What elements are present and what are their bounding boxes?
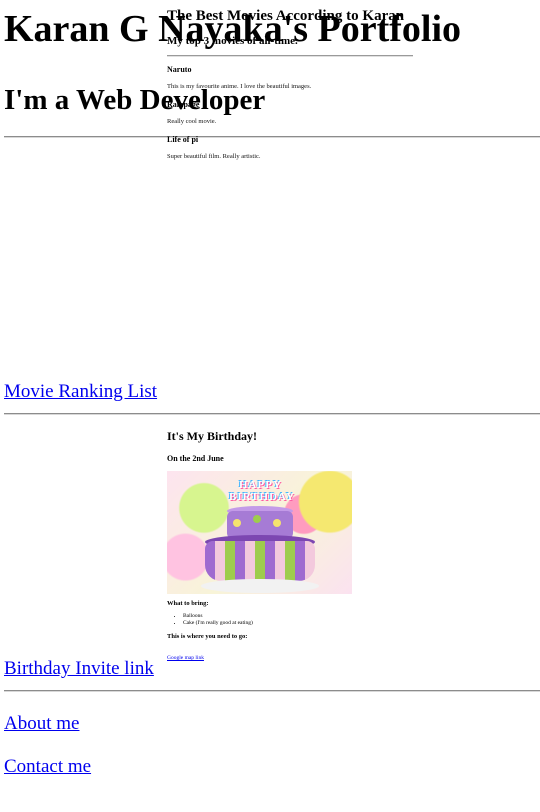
birthday-date: On the 2nd June [167,454,224,463]
movie-3-desc: Super beautiful film. Really artistic. [167,153,261,160]
bring-heading: What to bring: [167,600,209,607]
movie-divider [167,55,413,57]
movie-ranking-link[interactable]: Movie Ranking List [4,381,157,403]
movie-ranking-embed [4,142,304,380]
movie-list-subheading: My top 3 movies of all-time. [167,35,298,47]
movie-3-title: Life of pi [167,135,199,144]
movie-2-desc: Really cool movie. [167,118,217,125]
movie-list-title: The Best Movies According to Karan [167,8,405,24]
cake-text-line-1: HAPPY [239,479,282,491]
movie-1-title: Naruto [167,65,192,74]
cake-candle-letters: HAPPY BIRTHDAY [229,479,295,503]
birthday-title: It's My Birthday! [167,429,257,443]
movie-2-title: Rampage [167,100,200,109]
divider-middle [4,413,540,415]
birthday-cake-image: HAPPY BIRTHDAY [167,471,352,594]
movie-ranking-content: The Best Movies According to Karan My to… [167,8,413,170]
movie-1-desc: This is my favourite anime. I love the b… [167,83,312,90]
about-me-link[interactable]: About me [4,713,79,735]
contact-me-link[interactable]: Contact me [4,756,91,778]
bring-item: Balloons [183,613,367,620]
bring-item: Cake (I'm really good at eating) [183,620,367,627]
google-map-link[interactable]: Google map link [167,655,204,661]
divider-bottom [4,690,540,692]
cake-text-line-2: BIRTHDAY [229,491,295,503]
birthday-invite-link[interactable]: Birthday Invite link [4,658,154,680]
location-heading: This is where you need to go: [167,633,248,640]
bring-list: Balloons Cake (I'm really good at eating… [167,613,367,627]
birthday-invite-content: It's My Birthday! On the 2nd June HAPPY … [167,429,367,664]
